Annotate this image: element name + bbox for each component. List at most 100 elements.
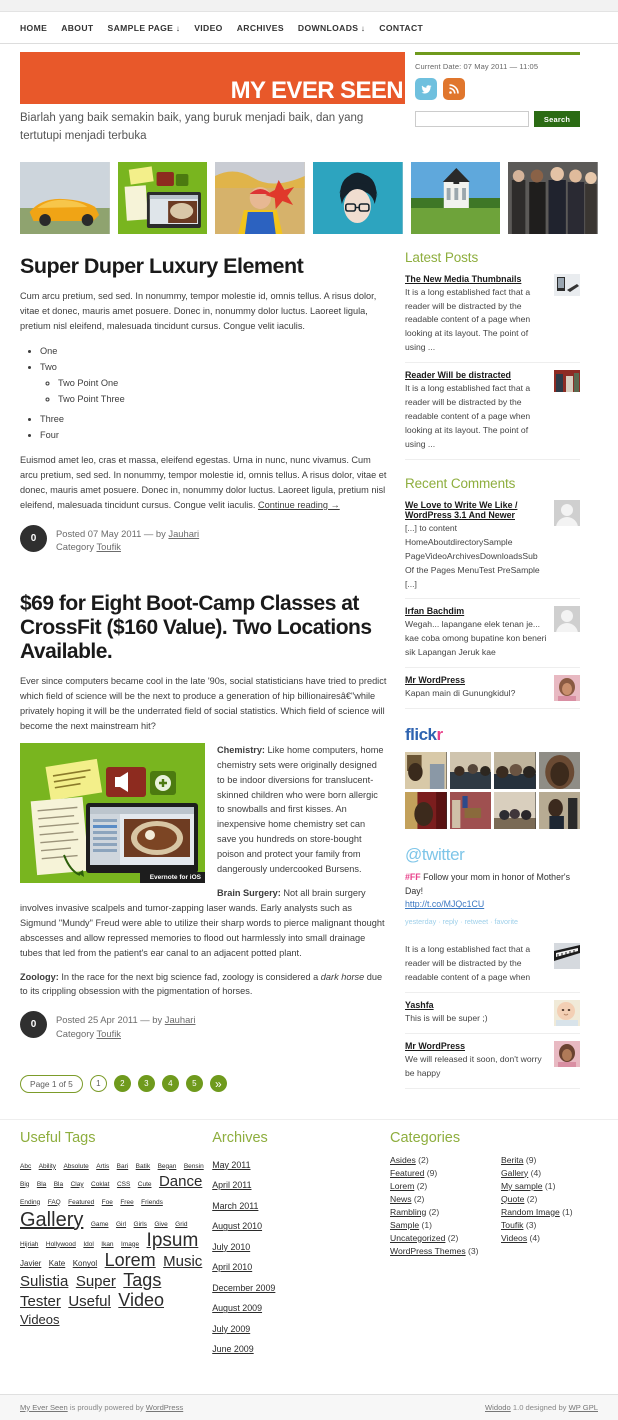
thumb-avatar[interactable]	[313, 161, 403, 234]
tag-link[interactable]: Hijriah	[20, 1241, 38, 1248]
rss-icon[interactable]	[443, 78, 465, 100]
nav-link[interactable]: HOME	[20, 23, 47, 33]
more-comment-item[interactable]: Yashfa This is will be super ;)	[405, 1000, 580, 1035]
nav-item-home[interactable]: HOME	[20, 18, 47, 36]
pagination-page-1[interactable]: 1	[89, 1075, 107, 1093]
post-figure-evernote[interactable]: Evernote for iOS	[20, 742, 205, 883]
footer-wordpress-link[interactable]: WordPress	[146, 1403, 183, 1412]
category-link[interactable]: Berita	[501, 1155, 523, 1165]
tag-link[interactable]: Videos	[20, 1313, 60, 1328]
category-item[interactable]: Lorem (2)	[390, 1181, 487, 1191]
category-link[interactable]: Lorem	[390, 1181, 414, 1191]
category-link[interactable]: Quote	[501, 1194, 524, 1204]
nav-item-about[interactable]: ABOUT	[61, 18, 93, 36]
tag-link[interactable]: Batik	[136, 1163, 150, 1170]
category-item[interactable]: Videos (4)	[501, 1233, 598, 1243]
latest-post-title[interactable]: The New Media Thumbnails	[405, 274, 548, 284]
tag-link[interactable]: Ending	[20, 1199, 40, 1206]
category-link[interactable]: Asides	[390, 1155, 416, 1165]
post-category-link[interactable]: Toufik	[96, 1028, 121, 1039]
archive-link[interactable]: June 2009	[212, 1344, 253, 1354]
post-title[interactable]: $69 for Eight Boot-Camp Classes at Cross…	[20, 592, 387, 663]
footer-site-link[interactable]: My Ever Seen	[20, 1403, 68, 1412]
archive-link[interactable]: April 2010	[212, 1262, 252, 1272]
nav-link[interactable]: ABOUT	[61, 23, 93, 33]
category-item[interactable]: My sample (1)	[501, 1181, 598, 1191]
tag-link[interactable]: Ikan	[101, 1241, 113, 1248]
tag-link[interactable]: Absolute	[63, 1163, 88, 1170]
nav-link[interactable]: CONTACT	[379, 23, 423, 33]
tag-link[interactable]: Super	[76, 1274, 116, 1291]
nav-item-video[interactable]: VIDEO	[194, 18, 223, 36]
archive-item[interactable]: December 2009	[212, 1278, 390, 1296]
more-comment-item[interactable]: It is a long established fact that a rea…	[405, 943, 580, 994]
flickr-photo[interactable]	[494, 752, 536, 790]
post-category-link[interactable]: Toufik	[96, 541, 121, 552]
more-comment-author[interactable]: Yashfa	[405, 1000, 548, 1010]
category-link[interactable]: Gallery	[501, 1168, 528, 1178]
thumb-carnival[interactable]	[215, 161, 306, 234]
recent-comment-author[interactable]: Irfan Bachdim	[405, 606, 548, 616]
category-item[interactable]: Quote (2)	[501, 1194, 598, 1204]
category-link[interactable]: WordPress Themes	[390, 1246, 466, 1256]
tag-link[interactable]: Ability	[39, 1163, 56, 1170]
latest-post-title[interactable]: Reader Will be distracted	[405, 370, 548, 380]
tag-link[interactable]: Konyol	[73, 1260, 97, 1269]
tag-link[interactable]: Clay	[71, 1181, 84, 1188]
recent-comment-item[interactable]: Mr WordPress Kapan main di Gunungkidul?	[405, 675, 580, 710]
tag-link[interactable]: Gallery	[20, 1209, 83, 1231]
flickr-photo[interactable]	[538, 792, 580, 830]
pagination-next[interactable]: »	[209, 1075, 227, 1093]
category-item[interactable]: Asides (2)	[390, 1155, 487, 1165]
pagination-page-3[interactable]: 3	[137, 1075, 155, 1093]
archive-item[interactable]: March 2011	[212, 1196, 390, 1214]
nav-link[interactable]: SAMPLE PAGE ↓	[108, 23, 181, 33]
flickr-photo[interactable]	[449, 792, 491, 830]
nav-link[interactable]: VIDEO	[194, 23, 223, 33]
category-item[interactable]: Berita (9)	[501, 1155, 598, 1165]
flickr-photo[interactable]	[449, 752, 491, 790]
nav-item-archives[interactable]: ARCHIVES	[237, 18, 284, 36]
tag-link[interactable]: Friends	[141, 1199, 163, 1206]
category-link[interactable]: My sample	[501, 1181, 543, 1191]
pagination-page-4[interactable]: 4	[161, 1075, 179, 1093]
tag-link[interactable]: Free	[120, 1199, 133, 1206]
footer-theme-link[interactable]: Widodo	[485, 1403, 511, 1412]
category-link[interactable]: Sample	[390, 1220, 419, 1230]
category-item[interactable]: Rambling (2)	[390, 1207, 487, 1217]
recent-comment-item[interactable]: We Love to Write We Like / WordPress 3.1…	[405, 499, 580, 600]
tag-link[interactable]: Coklat	[91, 1181, 109, 1188]
archive-item[interactable]: April 2011	[212, 1175, 390, 1193]
nav-item-contact[interactable]: CONTACT	[379, 18, 423, 36]
nav-item-sample-page[interactable]: SAMPLE PAGE ↓	[108, 18, 181, 36]
tag-link[interactable]: Music	[163, 1254, 202, 1271]
post-author-link[interactable]: Jauhari	[168, 528, 199, 539]
archive-item[interactable]: July 2009	[212, 1319, 390, 1337]
tag-link[interactable]: Video	[118, 1291, 164, 1311]
recent-comment-author[interactable]: Mr WordPress	[405, 675, 548, 685]
thumb-sportscar[interactable]	[20, 161, 110, 234]
site-logo-banner[interactable]: MY EVER SEEN	[20, 52, 405, 104]
archive-link[interactable]: May 2011	[212, 1160, 250, 1170]
comment-count-badge[interactable]: 0	[20, 524, 47, 552]
tag-link[interactable]: Began	[158, 1163, 177, 1170]
tag-link[interactable]: Featured	[68, 1199, 94, 1206]
nav-item-downloads[interactable]: DOWNLOADS ↓	[298, 18, 365, 36]
flickr-photo[interactable]	[405, 792, 447, 830]
category-link[interactable]: Uncategorized	[390, 1233, 445, 1243]
category-item[interactable]: Gallery (4)	[501, 1168, 598, 1178]
tag-link[interactable]: Foe	[102, 1199, 113, 1206]
nav-link[interactable]: ARCHIVES	[237, 23, 284, 33]
archive-item[interactable]: June 2009	[212, 1339, 390, 1357]
category-link[interactable]: Toufik	[501, 1220, 523, 1230]
archive-link[interactable]: August 2010	[212, 1221, 262, 1231]
tweet-actions[interactable]: yesterday · reply · retweet · favorite	[405, 916, 580, 927]
continue-reading-link[interactable]: Continue reading →	[258, 500, 340, 510]
category-link[interactable]: Featured	[390, 1168, 424, 1178]
thumb-suits[interactable]	[508, 161, 599, 234]
pagination-page-2[interactable]: 2	[113, 1075, 131, 1093]
flickr-photo[interactable]	[494, 792, 536, 830]
search-button[interactable]: Search	[534, 111, 580, 127]
tag-link[interactable]: Bla	[37, 1181, 46, 1188]
thumb-evernote[interactable]	[117, 161, 208, 234]
